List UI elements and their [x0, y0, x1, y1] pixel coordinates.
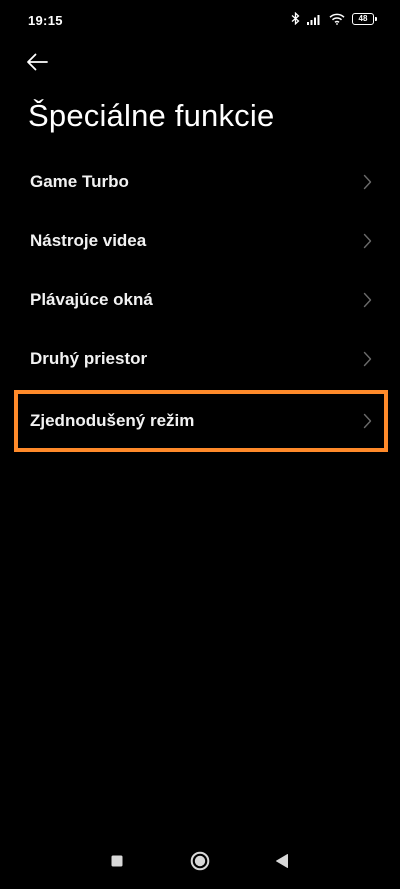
list-item-second-space[interactable]: Druhý priestor	[0, 329, 400, 388]
triangle-back-icon	[276, 854, 288, 868]
back-button[interactable]	[26, 48, 58, 80]
list-item-label: Zjednodušený režim	[30, 411, 195, 430]
list-item-floating-windows[interactable]: Plávajúce okná	[0, 270, 400, 329]
battery-icon: 48	[352, 12, 377, 25]
list-item-label: Game Turbo	[30, 171, 129, 191]
status-icons: 48	[291, 12, 377, 25]
circle-icon	[190, 851, 210, 871]
nav-back-button[interactable]	[270, 849, 294, 873]
square-icon	[111, 855, 123, 867]
battery-level: 48	[358, 13, 368, 23]
recents-button[interactable]	[105, 849, 129, 873]
signal-icon	[307, 13, 322, 25]
wifi-icon	[329, 13, 345, 25]
list-item-video-tools[interactable]: Nástroje videa	[0, 211, 400, 270]
arrow-left-icon	[26, 53, 48, 76]
list-item-game-turbo[interactable]: Game Turbo	[0, 152, 400, 211]
navigation-bar	[0, 833, 400, 889]
chevron-right-icon	[363, 413, 372, 429]
chevron-right-icon	[363, 292, 372, 307]
settings-list: Game Turbo Nástroje videa Plávajúce okná…	[0, 152, 400, 452]
chevron-right-icon	[363, 174, 372, 189]
list-item-label: Nástroje videa	[30, 230, 147, 250]
bluetooth-icon	[291, 12, 300, 25]
list-item-label: Plávajúce okná	[30, 289, 153, 309]
chevron-right-icon	[363, 233, 372, 248]
list-item-simple-mode[interactable]: Zjednodušený režim	[14, 390, 388, 452]
home-button[interactable]	[188, 849, 212, 873]
chevron-right-icon	[363, 351, 372, 366]
page-title: Špeciálne funkcie	[28, 98, 275, 133]
list-item-label: Druhý priestor	[30, 348, 148, 368]
status-bar: 19:15 48	[0, 0, 400, 40]
status-time: 19:15	[28, 13, 63, 28]
